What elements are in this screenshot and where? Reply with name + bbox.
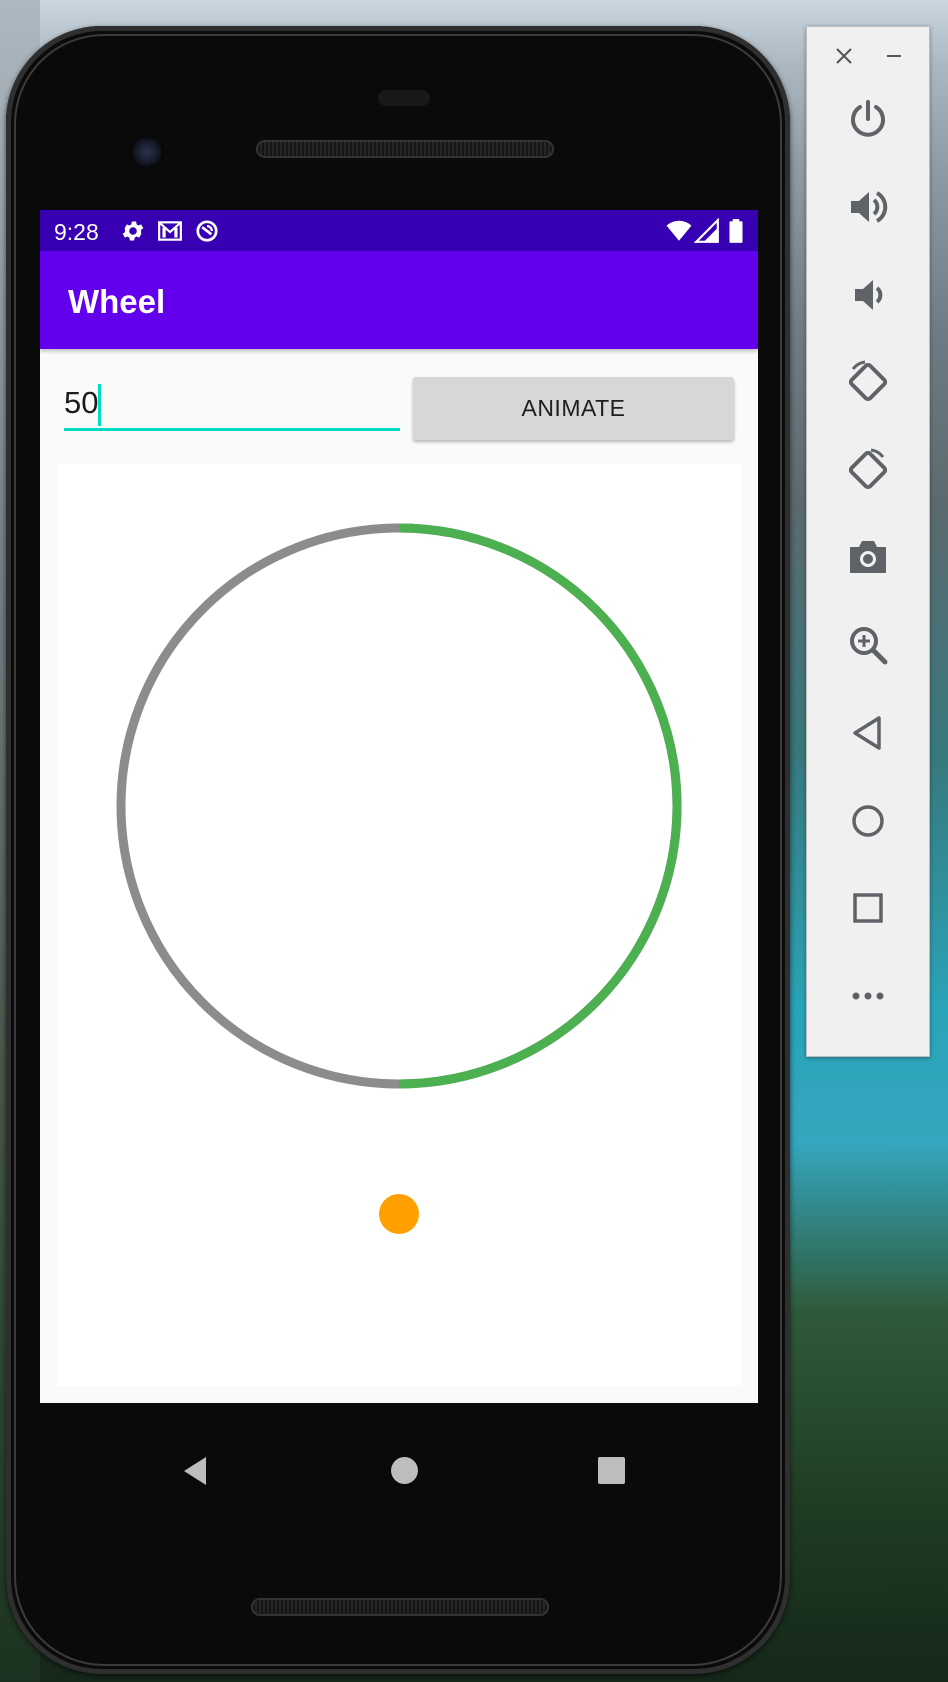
volume-down-button[interactable] bbox=[807, 265, 929, 325]
rotate-right-button[interactable] bbox=[807, 440, 929, 500]
battery-icon bbox=[729, 219, 743, 243]
wheel-drawing bbox=[116, 523, 682, 1234]
input-underline bbox=[64, 428, 400, 431]
back-icon bbox=[853, 716, 881, 750]
wheel-canvas bbox=[57, 464, 741, 1386]
earpiece-speaker bbox=[256, 140, 554, 158]
number-field[interactable] bbox=[64, 376, 400, 442]
home-button[interactable] bbox=[807, 791, 929, 851]
gmail-icon bbox=[158, 221, 182, 241]
nav-recents-button[interactable] bbox=[598, 1457, 625, 1484]
animate-button[interactable]: ANIMATE bbox=[413, 377, 734, 440]
emulator-toolbar bbox=[806, 26, 930, 1057]
orange-dot bbox=[379, 1194, 419, 1234]
power-icon bbox=[851, 100, 885, 137]
back-button[interactable] bbox=[807, 703, 929, 763]
front-camera-icon bbox=[130, 135, 164, 169]
wheel-progress-arc bbox=[398, 523, 682, 1089]
volume-down-icon bbox=[855, 280, 883, 310]
app-bar: Wheel bbox=[40, 251, 758, 349]
app-title: Wheel bbox=[68, 283, 166, 320]
more-button[interactable] bbox=[807, 966, 929, 1026]
nav-home-button[interactable] bbox=[391, 1457, 418, 1484]
back-icon bbox=[184, 1457, 206, 1485]
text-cursor bbox=[98, 384, 101, 426]
screenshot-button[interactable] bbox=[807, 527, 929, 587]
overview-icon bbox=[853, 893, 883, 923]
wifi-icon bbox=[666, 220, 692, 241]
device-screen: 9:28 Wheel ANI bbox=[40, 210, 758, 1403]
status-bar: 9:28 bbox=[40, 210, 758, 251]
camera-icon bbox=[850, 541, 886, 573]
proximity-sensor bbox=[378, 90, 430, 106]
cell-signal-icon bbox=[694, 218, 719, 243]
rotate-left-icon bbox=[848, 360, 888, 402]
rotate-right-icon bbox=[848, 448, 888, 490]
zoom-icon bbox=[850, 627, 888, 665]
minimize-icon[interactable] bbox=[879, 41, 909, 71]
data-saver-icon bbox=[196, 220, 218, 242]
more-icon bbox=[852, 992, 884, 1000]
settings-gear-icon bbox=[122, 221, 144, 241]
power-button[interactable] bbox=[807, 89, 929, 149]
home-icon bbox=[852, 805, 884, 837]
overview-button[interactable] bbox=[807, 878, 929, 938]
bottom-speaker bbox=[251, 1598, 549, 1616]
number-input[interactable] bbox=[64, 376, 400, 430]
status-time: 9:28 bbox=[54, 219, 99, 245]
volume-up-icon bbox=[851, 191, 888, 223]
rotate-left-button[interactable] bbox=[807, 352, 929, 412]
zoom-button[interactable] bbox=[807, 615, 929, 675]
nav-back-button[interactable] bbox=[178, 1453, 214, 1489]
close-icon[interactable] bbox=[829, 41, 859, 71]
volume-up-button[interactable] bbox=[807, 177, 929, 237]
